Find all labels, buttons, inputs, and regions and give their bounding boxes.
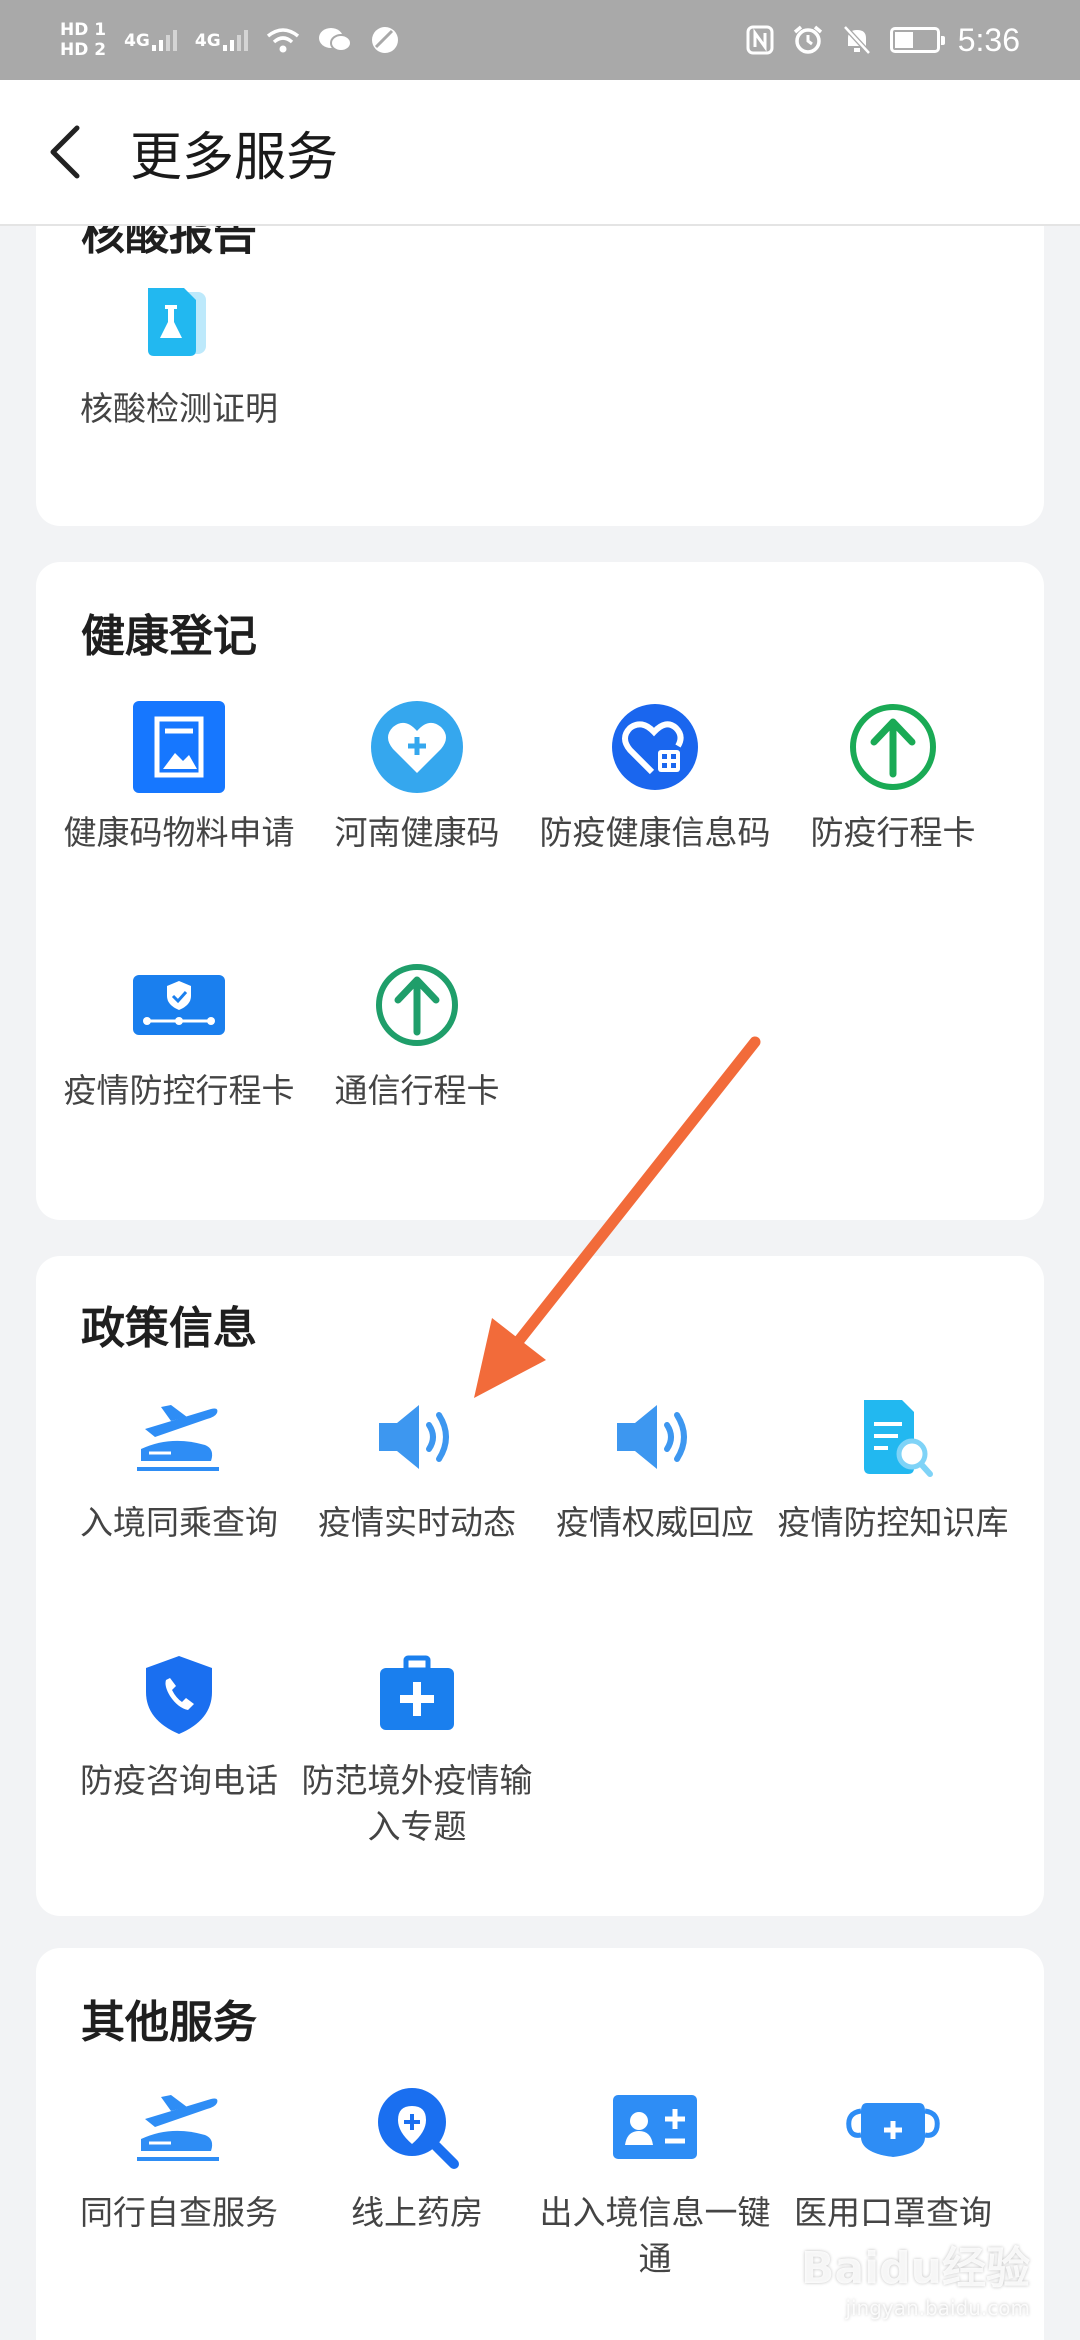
- id-card-icon: [600, 2072, 710, 2182]
- service-label: 疫情防控知识库: [777, 1503, 1009, 1542]
- status-left: HD 1 HD 2 4G 4G: [60, 20, 400, 60]
- doc-search-icon: [838, 1382, 948, 1492]
- sim-indicator: HD 1 HD 2: [60, 20, 106, 60]
- service-label: 防疫行程卡: [810, 813, 976, 852]
- service-label: 健康码物料申请: [63, 813, 295, 852]
- signal-1: 4G: [124, 29, 177, 51]
- section-title: 政策信息: [81, 1303, 257, 1354]
- watermark-url: jingyan.baidu.com: [845, 2296, 1030, 2320]
- service-knowledge-base[interactable]: 疫情防控知识库: [774, 1382, 1012, 1546]
- pharmacy-search-icon: [362, 2072, 472, 2182]
- status-right: 5:36: [746, 22, 1020, 59]
- section-policy: 政策信息 入境同乘查询 疫情实时动态 疫情权威回应 疫情防控知识库 防疫咨询电话…: [36, 1256, 1044, 1916]
- picture-doc-icon: [124, 692, 234, 802]
- speaker-icon: [600, 1382, 710, 1492]
- up-arrow-circle-icon: [362, 950, 472, 1060]
- service-label: 疫情实时动态: [318, 1503, 516, 1542]
- service-entry-co-passenger[interactable]: 入境同乘查询: [60, 1382, 298, 1546]
- battery-level: [894, 32, 913, 48]
- section-title: 核酸报告: [81, 226, 257, 260]
- service-consult-phone[interactable]: 防疫咨询电话: [60, 1640, 298, 1804]
- signal-2: 4G: [194, 29, 248, 51]
- section-health: 健康登记 健康码物料申请 河南健康码 防疫健康信息码 防疫行程卡 疫情防控行程卡…: [36, 562, 1044, 1220]
- alarm-icon: [793, 25, 822, 54]
- service-medical-mask[interactable]: 医用口罩查询: [774, 2072, 1012, 2236]
- service-label: 核酸检测证明: [80, 389, 278, 428]
- back-button[interactable]: [0, 79, 130, 225]
- watermark-brand: Baidu经验: [800, 2243, 1030, 2294]
- signal-bars-1-icon: [151, 29, 177, 51]
- section-title: 其他服务: [81, 1997, 257, 2048]
- mask-icon: [838, 2072, 948, 2182]
- network-type-1: 4G: [124, 30, 150, 51]
- service-entry-exit-info[interactable]: 出入境信息一键通: [536, 2072, 774, 2282]
- up-arrow-circle-icon: [838, 692, 948, 802]
- service-henan-health-code[interactable]: 河南健康码: [298, 692, 536, 856]
- service-label: 防疫健康信息码: [539, 813, 771, 852]
- medical-kit-icon: [362, 1640, 472, 1750]
- service-label: 线上药房: [351, 2193, 483, 2232]
- nfc-icon: [746, 25, 774, 55]
- test-tube-doc-icon: [124, 268, 234, 378]
- service-label: 疫情防控行程卡: [63, 1071, 295, 1110]
- section-title: 健康登记: [81, 611, 257, 662]
- service-epidemic-health-code[interactable]: 防疫健康信息码: [536, 692, 774, 856]
- service-label: 通信行程卡: [334, 1071, 500, 1110]
- service-label: 疫情权威回应: [556, 1503, 754, 1542]
- service-overseas-import-topic[interactable]: 防范境外疫情输入专题: [298, 1640, 536, 1850]
- shield-phone-icon: [124, 1640, 234, 1750]
- browser-icon: [371, 27, 398, 53]
- service-label: 入境同乘查询: [80, 1503, 278, 1542]
- service-health-code-material[interactable]: 健康码物料申请: [60, 692, 298, 856]
- signal-bars-2-icon: [222, 29, 248, 51]
- service-co-traveler-check[interactable]: 同行自查服务: [60, 2072, 298, 2236]
- service-nucleic-certificate[interactable]: 核酸检测证明: [60, 268, 298, 432]
- sim2-label: HD 2: [60, 40, 107, 60]
- section-nucleic: 核酸报告 核酸检测证明: [36, 226, 1044, 526]
- service-online-pharmacy[interactable]: 线上药房: [298, 2072, 536, 2236]
- app-header: 更多服务: [0, 80, 1080, 226]
- sim1-label: HD 1: [60, 20, 107, 40]
- plane-train-icon: [124, 2072, 234, 2182]
- status-bar: HD 1 HD 2 4G 4G 5:36: [0, 0, 1080, 80]
- watermark: Baidu经验 jingyan.baidu.com: [801, 2232, 1030, 2320]
- service-label: 医用口罩查询: [794, 2193, 992, 2232]
- service-label: 防疫咨询电话: [80, 1761, 278, 1800]
- shield-route-card-icon: [124, 950, 234, 1060]
- plane-train-icon: [124, 1382, 234, 1492]
- mute-icon: [842, 25, 871, 55]
- content-scroll[interactable]: 核酸报告 核酸检测证明 健康登记 健康码物料申请 河南健康码 防疫健康信息码 防…: [0, 226, 1080, 2340]
- service-label: 河南健康码: [334, 813, 500, 852]
- service-travel-card[interactable]: 防疫行程卡: [774, 692, 1012, 856]
- wechat-icon: [318, 28, 352, 52]
- service-label: 出入境信息一键通: [539, 2193, 771, 2278]
- wifi-icon: [266, 28, 299, 53]
- network-type-2: 4G: [194, 30, 221, 51]
- chevron-left-icon: [50, 125, 80, 179]
- service-telecom-travel-card[interactable]: 通信行程卡: [298, 950, 536, 1114]
- page-title: 更多服务: [130, 127, 339, 188]
- service-label: 防范境外疫情输入专题: [301, 1761, 533, 1846]
- heart-qr-icon: [600, 692, 710, 802]
- speaker-icon: [362, 1382, 472, 1492]
- battery-icon: [889, 27, 945, 53]
- service-realtime-updates[interactable]: 疫情实时动态: [298, 1382, 536, 1546]
- service-label: 同行自查服务: [80, 2193, 278, 2232]
- service-epidemic-travel-card[interactable]: 疫情防控行程卡: [60, 950, 298, 1114]
- clock: 5:36: [957, 21, 1020, 58]
- service-authoritative-response[interactable]: 疫情权威回应: [536, 1382, 774, 1546]
- heart-plus-icon: [362, 692, 472, 802]
